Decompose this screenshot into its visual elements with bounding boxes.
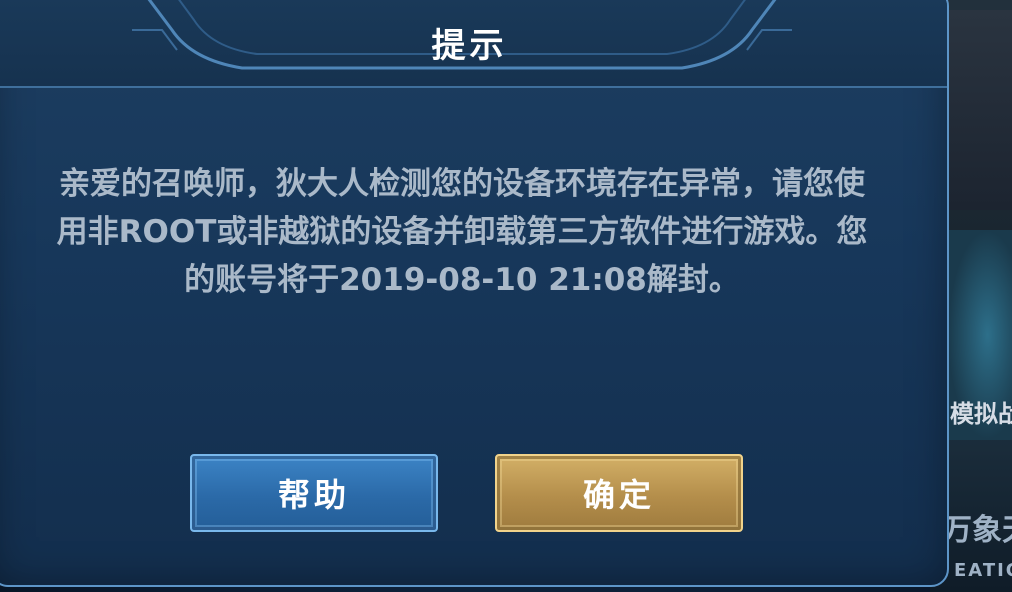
dialog-title: 提示: [431, 26, 508, 66]
notice-dialog: 提示 亲爱的召唤师，狄大人检测您的设备环境存在异常，请您使用非ROOT或非越狱的…: [0, 0, 949, 587]
confirm-button[interactable]: 确定: [495, 454, 743, 532]
background-panel: [946, 10, 1012, 210]
background-bottom-sublabel: EATIO: [954, 560, 1012, 581]
game-screen: 模拟战 万象天 EATIO 提示 亲爱的召唤师，狄大人检测您的设备环境存在异常，…: [0, 0, 1012, 592]
confirm-button-label: 确定: [582, 476, 655, 514]
background-bottom-label: 万象天: [942, 513, 1012, 548]
help-button-label: 帮助: [277, 476, 350, 514]
background-mode-label: 模拟战: [950, 400, 1012, 428]
help-button[interactable]: 帮助: [190, 454, 438, 532]
dialog-message: 亲爱的召唤师，狄大人检测您的设备环境存在异常，请您使用非ROOT或非越狱的设备并…: [56, 166, 868, 298]
dialog-title-bar: 提示: [0, 0, 947, 88]
